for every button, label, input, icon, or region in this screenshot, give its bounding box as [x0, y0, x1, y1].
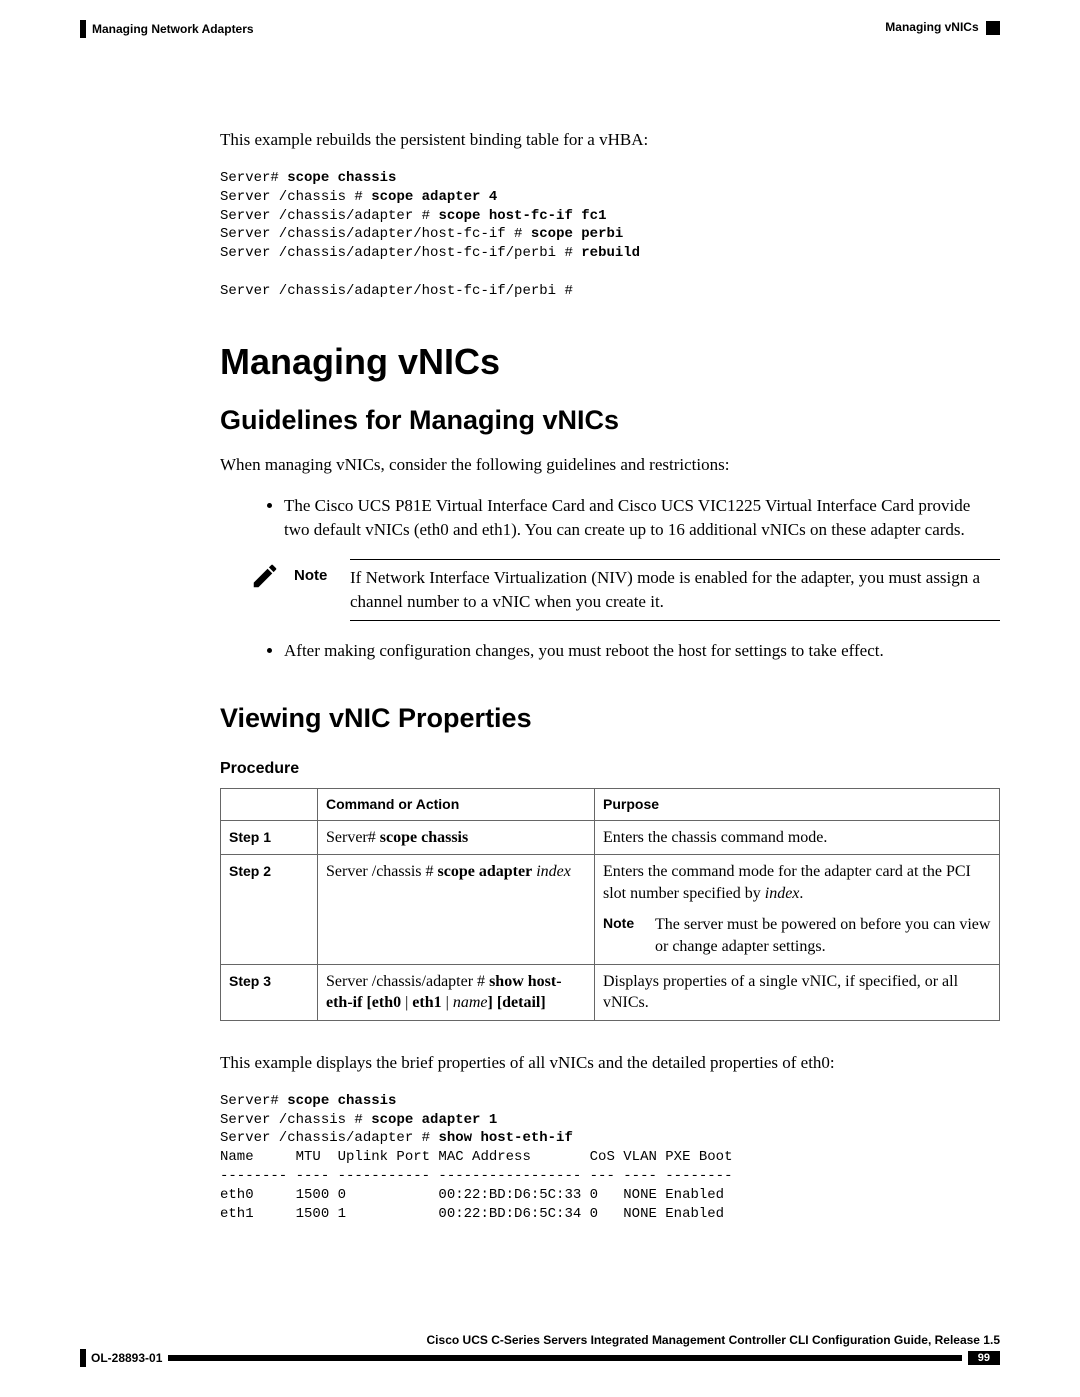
code-bold: scope host-fc-if fc1 — [438, 208, 606, 224]
cmd-bold: eth1 — [412, 994, 441, 1011]
bullet-1: The Cisco UCS P81E Virtual Interface Car… — [284, 494, 1000, 542]
code-bold: scope chassis — [287, 1093, 396, 1109]
code-bold: scope adapter 1 — [371, 1112, 497, 1128]
code-text: Server /chassis # — [220, 1112, 371, 1128]
th-purpose: Purpose — [595, 788, 1000, 820]
step-label: Step 1 — [229, 829, 271, 845]
code-output-table: Name MTU Uplink Port MAC Address CoS VLA… — [220, 1149, 732, 1222]
code-text: Server /chassis/adapter/host-fc-if # — [220, 226, 531, 242]
footer-left: OL-28893-01 — [80, 1349, 162, 1367]
footer-doc-id: OL-28893-01 — [91, 1351, 162, 1365]
code-bold: show host-eth-if — [438, 1130, 572, 1146]
note-box: Note If Network Interface Virtualization… — [246, 559, 1000, 621]
code-bold: scope adapter 4 — [371, 189, 497, 205]
footer-page-number: 99 — [968, 1351, 1000, 1365]
guidelines-intro: When managing vNICs, consider the follow… — [220, 453, 1000, 477]
procedure-heading: Procedure — [220, 760, 1000, 778]
code-bold: scope chassis — [287, 170, 396, 186]
code-text: Server# — [220, 1093, 287, 1109]
table-header-row: Command or Action Purpose — [221, 788, 1000, 820]
chapter-title: Managing Network Adapters — [92, 22, 254, 36]
purpose-cell: Displays properties of a single vNIC, if… — [595, 964, 1000, 1020]
cmd-text: Server# — [326, 829, 380, 846]
footer-line — [168, 1355, 961, 1361]
header-square-icon — [986, 21, 1000, 35]
section-title-header: Managing vNICs — [885, 20, 978, 34]
page-footer: Cisco UCS C-Series Servers Integrated Ma… — [80, 1333, 1000, 1367]
cmd-bold: scope chassis — [380, 829, 468, 846]
footer-bar-icon — [80, 1349, 86, 1367]
code-block-1: Server# scope chassis Server /chassis # … — [220, 169, 1000, 301]
cmd-text: Server /chassis # — [326, 863, 438, 880]
step-label: Step 3 — [229, 973, 271, 989]
purpose-text: . — [799, 885, 803, 902]
cmd-bold: detail — [502, 994, 540, 1011]
cmd-italic: name — [453, 994, 488, 1011]
cmd-bold: [ — [362, 994, 371, 1011]
example-intro-2: This example displays the brief properti… — [220, 1051, 1000, 1075]
table-row: Step 1 Server# scope chassis Enters the … — [221, 820, 1000, 855]
code-text: Server# — [220, 170, 287, 186]
cmd-bold: ] — [540, 994, 545, 1011]
example-intro-1: This example rebuilds the persistent bin… — [220, 128, 1000, 152]
inner-note-label: Note — [603, 914, 645, 957]
h2-guidelines: Guidelines for Managing vNICs — [220, 405, 1000, 436]
guidelines-list: The Cisco UCS P81E Virtual Interface Car… — [244, 494, 1000, 542]
th-command: Command or Action — [318, 788, 595, 820]
step-label: Step 2 — [229, 863, 271, 879]
code-bold: rebuild — [581, 245, 640, 261]
cmd-bold: scope adapter — [438, 863, 533, 880]
code-text: Server /chassis/adapter # — [220, 208, 438, 224]
cmd-cell: Server# scope chassis — [318, 820, 595, 855]
inner-note: Note The server must be powered on befor… — [603, 914, 991, 957]
cmd-text: Server /chassis/adapter # — [326, 973, 489, 990]
note-body: If Network Interface Virtualization (NIV… — [350, 568, 980, 611]
bullet-2: After making configuration changes, you … — [284, 639, 1000, 663]
footer-dark-bar — [168, 1355, 961, 1361]
cmd-bold: eth0 — [372, 994, 401, 1011]
code-bold: scope perbi — [531, 226, 623, 242]
th-step — [221, 788, 318, 820]
cmd-bold: ] [ — [487, 994, 502, 1011]
cmd-cell: Server /chassis # scope adapter index — [318, 855, 595, 964]
note-label: Note — [294, 559, 340, 584]
code-text: Server /chassis/adapter/host-fc-if/perbi… — [220, 245, 581, 261]
header-bar-icon — [80, 20, 86, 38]
header-left: Managing Network Adapters — [80, 20, 254, 38]
content: This example rebuilds the persistent bin… — [220, 128, 1000, 1224]
code-text: Server /chassis/adapter/host-fc-if/perbi… — [220, 283, 573, 299]
header-right: Managing vNICs — [885, 20, 1000, 35]
code-block-2: Server# scope chassis Server /chassis # … — [220, 1092, 1000, 1224]
h1-managing-vnics: Managing vNICs — [220, 341, 1000, 383]
inner-note-body: The server must be powered on before you… — [655, 914, 991, 957]
code-text: Server /chassis/adapter # — [220, 1130, 438, 1146]
page: Managing Network Adapters Managing vNICs… — [0, 0, 1080, 1397]
footer-guide-title: Cisco UCS C-Series Servers Integrated Ma… — [80, 1333, 1000, 1347]
cmd-cell: Server /chassis/adapter # show host-eth-… — [318, 964, 595, 1020]
pen-icon — [250, 561, 280, 591]
page-header: Managing Network Adapters Managing vNICs — [80, 20, 1000, 38]
cmd-italic: index — [532, 863, 571, 880]
h2-viewing: Viewing vNIC Properties — [220, 703, 1000, 734]
guidelines-list-2: After making configuration changes, you … — [244, 639, 1000, 663]
table-row: Step 2 Server /chassis # scope adapter i… — [221, 855, 1000, 964]
cmd-text: | — [442, 994, 453, 1011]
code-text: Server /chassis # — [220, 189, 371, 205]
note-body-wrap: If Network Interface Virtualization (NIV… — [350, 559, 1000, 621]
note-icon — [246, 559, 284, 596]
footer-row: OL-28893-01 99 — [80, 1349, 1000, 1367]
cmd-text: | — [401, 994, 412, 1011]
purpose-italic: index — [765, 885, 800, 902]
purpose-cell: Enters the chassis command mode. — [595, 820, 1000, 855]
purpose-cell: Enters the command mode for the adapter … — [595, 855, 1000, 964]
procedure-table: Command or Action Purpose Step 1 Server#… — [220, 788, 1000, 1021]
table-row: Step 3 Server /chassis/adapter # show ho… — [221, 964, 1000, 1020]
